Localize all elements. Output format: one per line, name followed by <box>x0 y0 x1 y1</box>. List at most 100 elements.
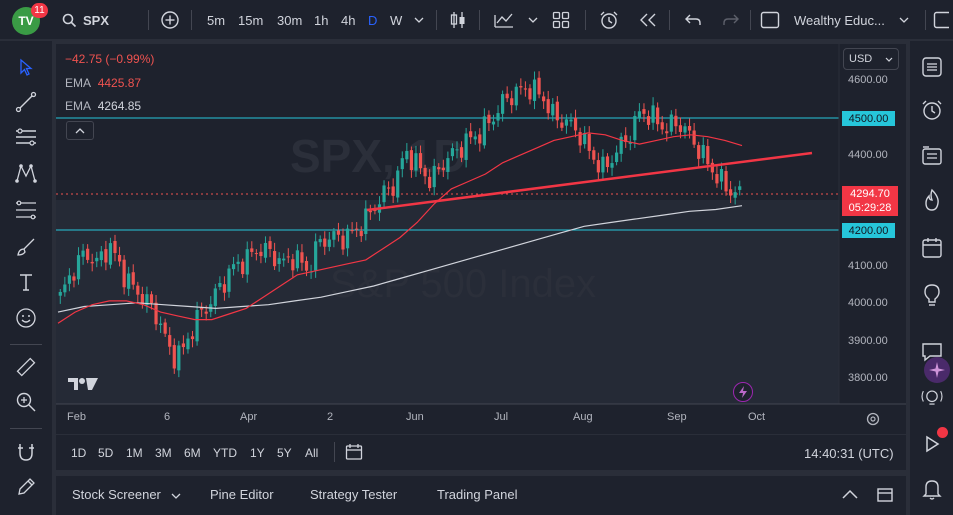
candle-body[interactable] <box>108 243 113 265</box>
candle-body[interactable] <box>67 275 71 284</box>
candle-body[interactable] <box>729 189 733 196</box>
candle-body[interactable] <box>532 79 537 101</box>
range-1M[interactable]: 1M <box>126 446 143 460</box>
calendar-button[interactable] <box>919 235 945 261</box>
range-5Y[interactable]: 5Y <box>277 446 292 460</box>
candle-body[interactable] <box>455 149 459 151</box>
collapse-panel-button[interactable] <box>841 488 859 503</box>
candle-body[interactable] <box>122 259 126 288</box>
candle-body[interactable] <box>514 86 518 106</box>
candle-body[interactable] <box>327 239 331 247</box>
candle-body[interactable] <box>218 282 222 287</box>
candle-body[interactable] <box>186 338 190 350</box>
candle-body[interactable] <box>245 249 249 275</box>
candle-body[interactable] <box>569 119 573 122</box>
candle-body[interactable] <box>528 88 532 100</box>
candle-body[interactable] <box>441 167 445 171</box>
range-6M[interactable]: 6M <box>184 446 201 460</box>
candle-body[interactable] <box>364 208 368 235</box>
candle-body[interactable] <box>478 134 482 144</box>
candle-body[interactable] <box>95 257 99 262</box>
candle-body[interactable] <box>58 291 62 296</box>
flash-button[interactable] <box>733 382 753 402</box>
candle-body[interactable] <box>254 253 258 255</box>
candle-body[interactable] <box>724 171 728 192</box>
candle-body[interactable] <box>409 150 413 171</box>
candle-body[interactable] <box>318 239 322 243</box>
candle-body[interactable] <box>738 186 742 190</box>
candle-body[interactable] <box>674 115 678 127</box>
candle-body[interactable] <box>519 86 523 88</box>
candle-body[interactable] <box>350 230 354 232</box>
candle-body[interactable] <box>181 343 185 348</box>
candle-body[interactable] <box>482 116 486 146</box>
candle-body[interactable] <box>596 160 600 173</box>
candle-body[interactable] <box>615 152 619 163</box>
candle-body[interactable] <box>683 126 687 133</box>
candle-body[interactable] <box>359 230 363 237</box>
alerts-button[interactable] <box>919 97 945 123</box>
ideas-button[interactable] <box>919 282 945 308</box>
candle-body[interactable] <box>564 119 569 126</box>
candle-body[interactable] <box>222 284 227 293</box>
tab-strategy-tester[interactable]: Strategy Tester <box>310 487 397 502</box>
candle-body[interactable] <box>259 251 263 257</box>
candle-body[interactable] <box>505 93 509 99</box>
candle-body[interactable] <box>651 105 655 123</box>
candle-body[interactable] <box>710 162 714 173</box>
candle-body[interactable] <box>76 255 81 280</box>
candle-body[interactable] <box>90 261 94 264</box>
candle-body[interactable] <box>446 158 450 172</box>
candle-body[interactable] <box>286 256 290 258</box>
candle-body[interactable] <box>387 187 391 189</box>
candle-body[interactable] <box>414 153 418 171</box>
candle-body[interactable] <box>295 250 299 269</box>
candle-body[interactable] <box>231 264 236 270</box>
candle-body[interactable] <box>459 147 464 158</box>
candle-body[interactable] <box>437 167 441 170</box>
watchlist-button[interactable] <box>919 54 945 80</box>
tradingview-logo[interactable] <box>67 376 99 397</box>
ema-fast-legend[interactable]: EMA 4425.87 <box>65 76 141 90</box>
candle-body[interactable] <box>678 125 683 132</box>
candle-body[interactable] <box>715 174 719 184</box>
tab-stock-screener[interactable]: Stock Screener <box>72 487 181 502</box>
utc-clock[interactable]: 14:40:31 (UTC) <box>804 446 894 461</box>
candle-body[interactable] <box>491 121 496 125</box>
candle-body[interactable] <box>656 107 660 125</box>
candle-body[interactable] <box>719 169 724 182</box>
candle-body[interactable] <box>546 99 550 114</box>
ai-assistant-button[interactable] <box>924 357 950 383</box>
candle-body[interactable] <box>396 170 400 198</box>
candle-body[interactable] <box>587 133 591 151</box>
candle-body[interactable] <box>391 186 395 196</box>
candle-body[interactable] <box>127 273 131 289</box>
candle-body[interactable] <box>487 114 491 124</box>
maximize-panel-button[interactable] <box>876 487 894 506</box>
candle-body[interactable] <box>542 96 546 102</box>
candle-body[interactable] <box>701 144 705 159</box>
candle-body[interactable] <box>304 260 309 271</box>
candle-body[interactable] <box>423 167 427 177</box>
candle-body[interactable] <box>104 249 108 263</box>
candle-body[interactable] <box>172 345 176 369</box>
ema-slow-legend[interactable]: EMA 4264.85 <box>65 99 141 113</box>
candle-body[interactable] <box>273 251 277 267</box>
candle-body[interactable] <box>660 122 664 130</box>
candle-body[interactable] <box>692 130 696 145</box>
candle-body[interactable] <box>501 94 505 114</box>
candle-body[interactable] <box>131 272 135 285</box>
hotlists-button[interactable] <box>919 187 945 213</box>
candle-body[interactable] <box>405 150 409 160</box>
candle-body[interactable] <box>241 261 245 275</box>
candle-body[interactable] <box>665 131 669 134</box>
candle-body[interactable] <box>345 228 350 249</box>
candle-body[interactable] <box>733 192 737 198</box>
candle-body[interactable] <box>86 248 90 260</box>
candle-body[interactable] <box>428 176 432 189</box>
tech-help-button[interactable] <box>919 385 945 411</box>
candle-body[interactable] <box>263 242 268 258</box>
candle-body[interactable] <box>323 238 327 247</box>
candle-body[interactable] <box>277 258 281 265</box>
candle-body[interactable] <box>537 77 541 95</box>
